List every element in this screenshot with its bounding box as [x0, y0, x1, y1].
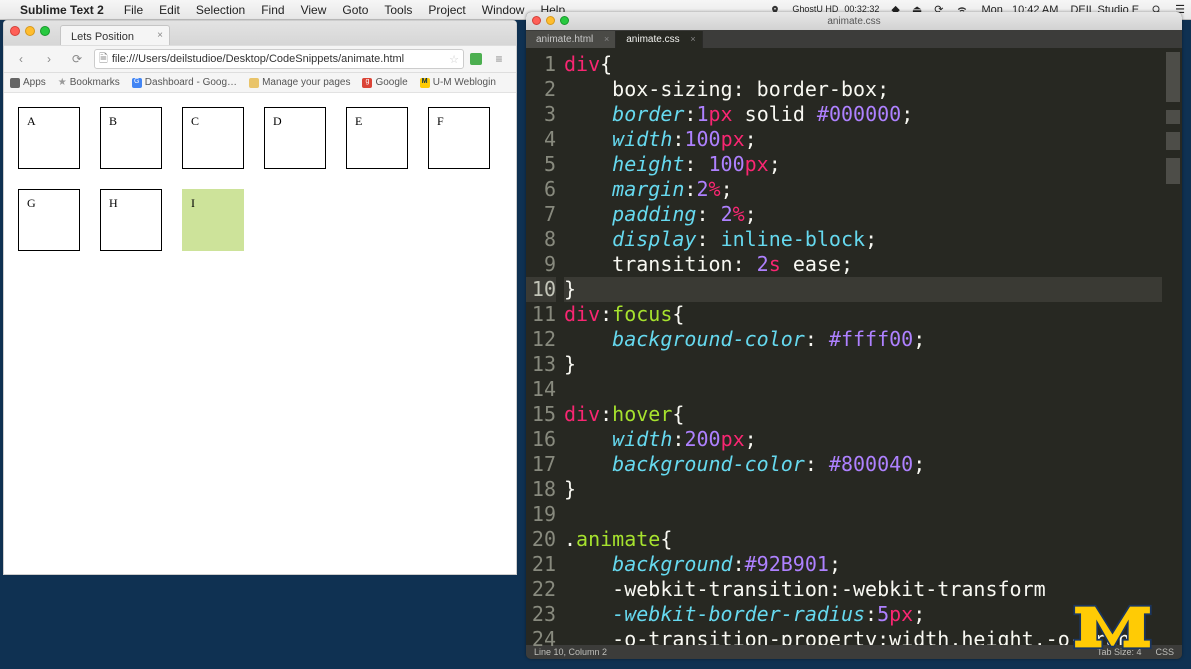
- browser-tab[interactable]: Lets Position ×: [60, 25, 170, 45]
- status-language[interactable]: CSS: [1155, 647, 1174, 657]
- code-content[interactable]: div{ box-sizing: border-box; border:1px …: [564, 48, 1182, 645]
- extension-icon[interactable]: [470, 53, 482, 65]
- chrome-toolbar: ‹ › ⟳ 🗎 file:///Users/deilstudioe/Deskto…: [4, 45, 516, 73]
- demo-box[interactable]: D: [264, 107, 326, 169]
- file-icon: 🗎: [99, 50, 108, 69]
- menu-view[interactable]: View: [293, 3, 335, 17]
- sublime-titlebar: animate.css: [526, 12, 1182, 30]
- back-button[interactable]: ‹: [10, 52, 32, 66]
- forward-button[interactable]: ›: [38, 52, 60, 66]
- close-icon[interactable]: ×: [157, 30, 163, 41]
- menu-selection[interactable]: Selection: [188, 3, 253, 17]
- chrome-window: Lets Position × ‹ › ⟳ 🗎 file:///Users/de…: [3, 20, 517, 575]
- menu-window[interactable]: Window: [474, 3, 533, 17]
- tab-title: Lets Position: [71, 31, 134, 43]
- demo-box[interactable]: H: [100, 189, 162, 251]
- url-text: file:///Users/deilstudioe/Desktop/CodeSn…: [112, 53, 445, 65]
- chrome-tabbar: Lets Position ×: [4, 21, 516, 45]
- bookmark-item[interactable]: MU-M Weblogin: [420, 77, 496, 88]
- editor-tab[interactable]: animate.html×: [526, 31, 616, 48]
- menu-tools[interactable]: Tools: [376, 3, 420, 17]
- minimap[interactable]: [1162, 48, 1182, 645]
- app-title[interactable]: Sublime Text 2: [20, 3, 116, 17]
- bookmark-item[interactable]: GDashboard - Goog…: [132, 77, 237, 88]
- bookmarks-bar: Apps ★Bookmarks GDashboard - Goog… Manage y…: [4, 73, 516, 93]
- bookmark-item[interactable]: Manage your pages: [249, 77, 350, 88]
- menu-file[interactable]: File: [116, 3, 151, 17]
- line-gutter: 123456789101112131415161718192021222324: [526, 48, 564, 645]
- bookmark-item[interactable]: gGoogle: [362, 77, 407, 88]
- demo-box[interactable]: A: [18, 107, 80, 169]
- editor-tab[interactable]: animate.css×: [616, 31, 702, 48]
- sublime-window: animate.css animate.html×animate.css× 12…: [526, 12, 1182, 659]
- demo-box[interactable]: G: [18, 189, 80, 251]
- michigan-logo: [1070, 597, 1155, 657]
- sublime-tabbar: animate.html×animate.css×: [526, 30, 1182, 48]
- demo-box[interactable]: E: [346, 107, 408, 169]
- window-traffic-lights[interactable]: [532, 16, 569, 25]
- menu-edit[interactable]: Edit: [151, 3, 188, 17]
- page-content: ABCDEF GHI: [4, 93, 516, 574]
- chrome-menu-icon[interactable]: ≡: [488, 52, 510, 66]
- window-traffic-lights[interactable]: [10, 26, 50, 36]
- bookmark-item[interactable]: Apps: [10, 77, 46, 88]
- demo-box[interactable]: B: [100, 107, 162, 169]
- editor-area[interactable]: 123456789101112131415161718192021222324 …: [526, 48, 1182, 645]
- demo-box[interactable]: C: [182, 107, 244, 169]
- close-icon[interactable]: ×: [690, 34, 695, 44]
- bookmark-item[interactable]: ★Bookmarks: [58, 77, 120, 88]
- demo-box[interactable]: I: [182, 189, 244, 251]
- window-title: animate.css: [827, 16, 880, 27]
- menu-find[interactable]: Find: [253, 3, 292, 17]
- bookmark-star-icon[interactable]: ☆: [449, 53, 459, 66]
- menu-project[interactable]: Project: [420, 3, 473, 17]
- close-icon[interactable]: ×: [604, 34, 609, 44]
- demo-box[interactable]: F: [428, 107, 490, 169]
- reload-button[interactable]: ⟳: [66, 52, 88, 66]
- menu-goto[interactable]: Goto: [334, 3, 376, 17]
- address-bar[interactable]: 🗎 file:///Users/deilstudioe/Desktop/Code…: [94, 49, 464, 69]
